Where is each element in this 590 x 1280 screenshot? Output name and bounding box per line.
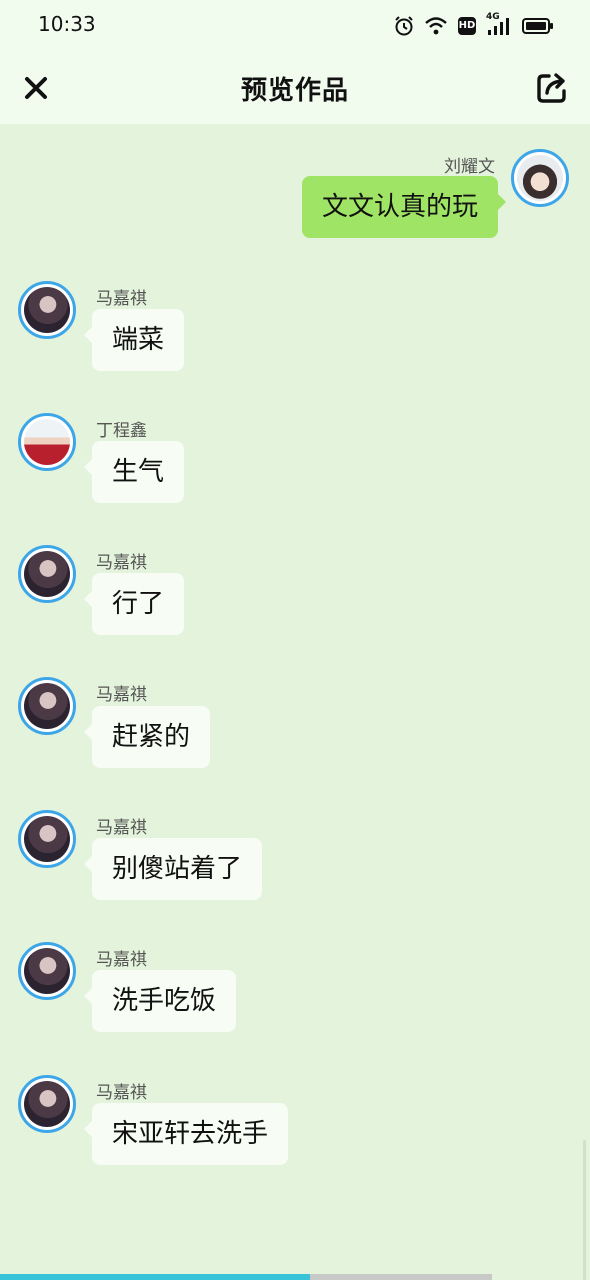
sender-name: 马嘉祺	[96, 289, 147, 309]
share-icon	[537, 73, 566, 103]
hd-icon: HD	[458, 17, 476, 35]
alarm-icon	[394, 15, 414, 37]
avatar[interactable]	[18, 413, 76, 471]
avatar[interactable]	[18, 810, 76, 868]
avatar-photo	[517, 155, 563, 201]
message-bubble[interactable]: 宋亚轩去洗手	[83, 1103, 289, 1165]
status-bar: 10:33 HD 4G	[0, 0, 590, 52]
avatar[interactable]	[18, 677, 76, 735]
avatar-photo	[24, 683, 70, 729]
page-title: 预览作品	[240, 76, 349, 106]
sender-name: 马嘉祺	[96, 950, 147, 970]
top-bar: 10:33 HD 4G 预览作品	[0, 0, 590, 124]
battery-icon	[522, 17, 554, 35]
sender-name: 马嘉祺	[96, 553, 147, 573]
screen: 10:33 HD 4G 预览作品 刘耀文 文文认真的玩 马嘉祺 端菜 丁程鑫 生…	[0, 0, 590, 1280]
sender-name: 丁程鑫	[96, 421, 147, 441]
avatar-photo	[24, 551, 70, 597]
message-bubble[interactable]: 别傻站着了	[83, 838, 263, 900]
4g-signal-icon: 4G	[486, 12, 512, 36]
message-bubble[interactable]: 赶紧的	[83, 706, 211, 768]
message-bubble[interactable]: 文文认真的玩	[301, 176, 507, 238]
playback-progress-fill	[0, 1274, 310, 1280]
title-bar: 预览作品	[0, 56, 590, 122]
message-bubble[interactable]: 端菜	[83, 309, 185, 371]
avatar[interactable]	[18, 281, 76, 339]
share-button[interactable]	[532, 68, 572, 108]
playback-progress-bar[interactable]	[0, 1274, 492, 1280]
sender-name: 刘耀文	[444, 157, 495, 177]
message-bubble[interactable]: 行了	[83, 573, 185, 635]
message-bubble[interactable]: 生气	[83, 441, 185, 503]
avatar[interactable]	[18, 1075, 76, 1133]
avatar-photo	[24, 419, 70, 465]
avatar-photo	[24, 1081, 70, 1127]
sender-name: 马嘉祺	[96, 685, 147, 705]
status-icons: HD 4G	[394, 12, 554, 40]
network-label: 4G	[486, 12, 500, 22]
message-bubble[interactable]: 洗手吃饭	[83, 970, 237, 1032]
status-time: 10:33	[38, 12, 96, 36]
sender-name: 马嘉祺	[96, 1083, 147, 1103]
avatar[interactable]	[18, 545, 76, 603]
avatar[interactable]	[511, 149, 569, 207]
avatar-photo	[24, 948, 70, 994]
wifi-icon	[424, 16, 448, 36]
avatar[interactable]	[18, 942, 76, 1000]
sender-name: 马嘉祺	[96, 818, 147, 838]
avatar-photo	[24, 816, 70, 862]
avatar-photo	[24, 287, 70, 333]
chat-area[interactable]: 刘耀文 文文认真的玩 马嘉祺 端菜 丁程鑫 生气 马嘉祺 行了 马嘉祺 赶紧的 …	[0, 124, 590, 1280]
scrollbar[interactable]	[583, 1140, 586, 1280]
